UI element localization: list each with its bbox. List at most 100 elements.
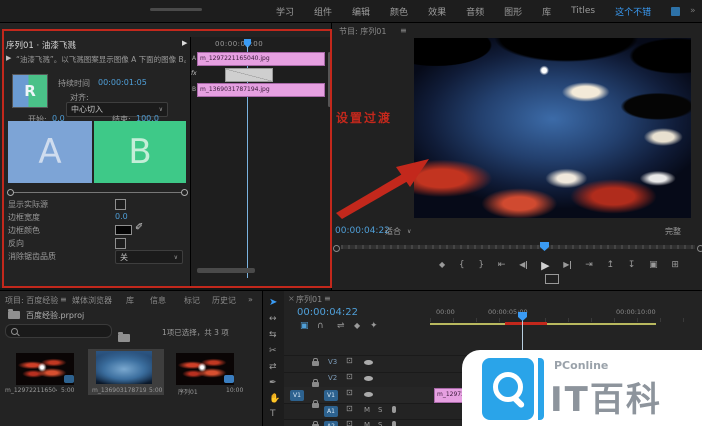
step-forward-button[interactable]: ▶: [563, 261, 571, 269]
selection-tool[interactable]: ➤: [269, 297, 277, 308]
workspace-tab-assembly[interactable]: 组件: [314, 5, 332, 18]
play-button[interactable]: ▶: [541, 260, 549, 271]
snap-icon[interactable]: ∩: [317, 322, 324, 331]
workspace-tab-libraries[interactable]: 库: [542, 5, 551, 18]
workspace-tab-effects[interactable]: 效果: [428, 5, 446, 18]
project-search-input[interactable]: [5, 324, 112, 338]
project-item-name[interactable]: m_1297221165040.jpg: [5, 387, 57, 394]
sync-lock-icon[interactable]: ⊡: [346, 357, 353, 365]
sync-lock-icon[interactable]: ⊡: [346, 405, 353, 413]
project-item-name[interactable]: m_1369031787194.jpg: [92, 387, 146, 394]
workspace-overflow-icon[interactable]: »: [690, 6, 696, 16]
add-marker-icon[interactable]: ◆: [354, 322, 360, 330]
transition-range-slider[interactable]: [10, 192, 186, 193]
sync-lock-icon[interactable]: ⊡: [346, 373, 353, 381]
scrubber-right-end[interactable]: [697, 245, 702, 252]
linked-selection-icon[interactable]: ⇌: [337, 322, 345, 331]
transition-thumbnail[interactable]: R: [12, 74, 48, 108]
tab-info[interactable]: 信息: [150, 295, 166, 306]
track-output-eye-icon[interactable]: [364, 360, 373, 365]
tab-sequence[interactable]: 序列01: [296, 294, 322, 305]
track-output-eye-icon[interactable]: [364, 376, 373, 381]
mute-button[interactable]: M: [364, 421, 370, 426]
slip-tool[interactable]: ⇄: [269, 363, 277, 372]
eyedropper-icon[interactable]: ✐: [135, 222, 143, 233]
solo-button[interactable]: S: [378, 421, 382, 426]
ec-horizontal-scrollbar[interactable]: [197, 268, 255, 273]
tab-program-monitor[interactable]: 节目: 序列01: [339, 26, 386, 37]
ec-clip-a[interactable]: m_1297221165040.jpg: [197, 52, 325, 66]
slider-end-handle[interactable]: [181, 189, 188, 196]
timeline-timecode[interactable]: 00:00:04:22: [297, 307, 358, 318]
panel-menu-icon[interactable]: ≡: [400, 26, 407, 35]
pen-tool[interactable]: ✒: [269, 379, 277, 388]
tab-history[interactable]: 历史记: [212, 295, 236, 306]
workspace-tab-learn[interactable]: 学习: [276, 5, 294, 18]
nest-indicator-icon[interactable]: ▣: [300, 322, 309, 331]
track-select-tool[interactable]: ↔: [269, 315, 277, 324]
scrubber-left-end[interactable]: [333, 245, 340, 252]
type-tool[interactable]: T: [270, 410, 276, 419]
workspace-icon[interactable]: [671, 7, 680, 16]
playback-resolution-value[interactable]: 完整: [665, 226, 681, 237]
ec-transition-block[interactable]: [225, 68, 273, 82]
lock-icon[interactable]: [312, 361, 319, 366]
mute-button[interactable]: M: [364, 406, 370, 414]
sync-lock-icon[interactable]: ⊡: [346, 389, 353, 397]
source-patch-v1-badge[interactable]: V1: [290, 390, 304, 401]
solo-button[interactable]: S: [378, 406, 382, 414]
hand-tool[interactable]: ✋: [269, 395, 280, 404]
track-output-eye-icon[interactable]: [364, 392, 373, 397]
workspace-tab-audio[interactable]: 音频: [466, 5, 484, 18]
lift-button[interactable]: ↥: [607, 261, 615, 270]
track-name-a1-badge[interactable]: A1: [324, 406, 338, 417]
track-name-v1-badge[interactable]: V1: [324, 390, 338, 401]
track-name-v3[interactable]: V3: [328, 358, 337, 366]
zoom-level-dropdown[interactable]: 适合 ∨: [385, 225, 429, 237]
transition-collapse-icon[interactable]: ▶: [6, 54, 11, 62]
panel-drag-handle[interactable]: [150, 8, 202, 11]
step-back-button[interactable]: ◀: [519, 261, 527, 269]
workspace-tab-graphics[interactable]: 图形: [504, 5, 522, 18]
sync-lock-icon[interactable]: ⊡: [346, 420, 353, 426]
duration-value[interactable]: 00:00:01:05: [98, 78, 147, 87]
ripple-edit-tool[interactable]: ⇆: [269, 331, 277, 340]
project-item-name[interactable]: 序列01: [178, 387, 198, 396]
workspace-tab-custom-active[interactable]: 这个不错: [615, 5, 651, 18]
workspace-tab-editing[interactable]: 编辑: [352, 5, 370, 18]
border-color-swatch[interactable]: [115, 225, 132, 235]
close-icon[interactable]: ×: [288, 294, 295, 303]
tab-project[interactable]: 项目: 百度经验: [5, 295, 58, 306]
track-name-a2-badge[interactable]: A2: [324, 421, 338, 426]
antialias-dropdown[interactable]: 关 ∨: [115, 250, 183, 264]
extract-button[interactable]: ↧: [628, 261, 636, 270]
panel-menu-icon[interactable]: ≡: [60, 295, 67, 304]
new-bin-icon[interactable]: [118, 334, 130, 342]
tab-media-browser[interactable]: 媒体浏览器: [72, 295, 112, 306]
voiceover-mic-icon[interactable]: [392, 406, 396, 413]
ec-clip-b[interactable]: m_1369031787194.jpg: [197, 83, 325, 97]
tab-markers[interactable]: 标记: [184, 295, 200, 306]
tab-libraries[interactable]: 库: [126, 295, 134, 306]
mark-out-button[interactable]: }: [478, 261, 484, 270]
project-bin-icon[interactable]: [8, 311, 20, 319]
show-sources-checkbox[interactable]: [115, 199, 126, 210]
reverse-checkbox[interactable]: [115, 238, 126, 249]
go-to-in-button[interactable]: ⇤: [498, 261, 506, 270]
add-marker-button[interactable]: ◆: [439, 261, 445, 269]
lock-icon[interactable]: [312, 403, 319, 408]
export-frame-button[interactable]: ▣: [649, 261, 658, 270]
timeline-settings-icon[interactable]: ✦: [370, 322, 378, 331]
slider-start-handle[interactable]: [7, 189, 14, 196]
voiceover-mic-icon[interactable]: [392, 421, 396, 426]
panel-menu-icon[interactable]: ≡: [324, 294, 331, 303]
track-name-v2[interactable]: V2: [328, 374, 337, 382]
button-editor-button[interactable]: ⊞: [671, 261, 679, 270]
project-tabs-overflow-icon[interactable]: »: [248, 295, 253, 304]
monitor-overlay-icon[interactable]: [545, 274, 559, 284]
workspace-tab-titles[interactable]: Titles: [571, 6, 595, 16]
project-item-thumbnail[interactable]: [96, 351, 152, 384]
timeline-ruler[interactable]: 00:00 00:00:05:00 00:00:10:00: [430, 305, 702, 323]
go-to-out-button[interactable]: ⇥: [585, 261, 593, 270]
program-playhead-marker[interactable]: [540, 242, 549, 251]
